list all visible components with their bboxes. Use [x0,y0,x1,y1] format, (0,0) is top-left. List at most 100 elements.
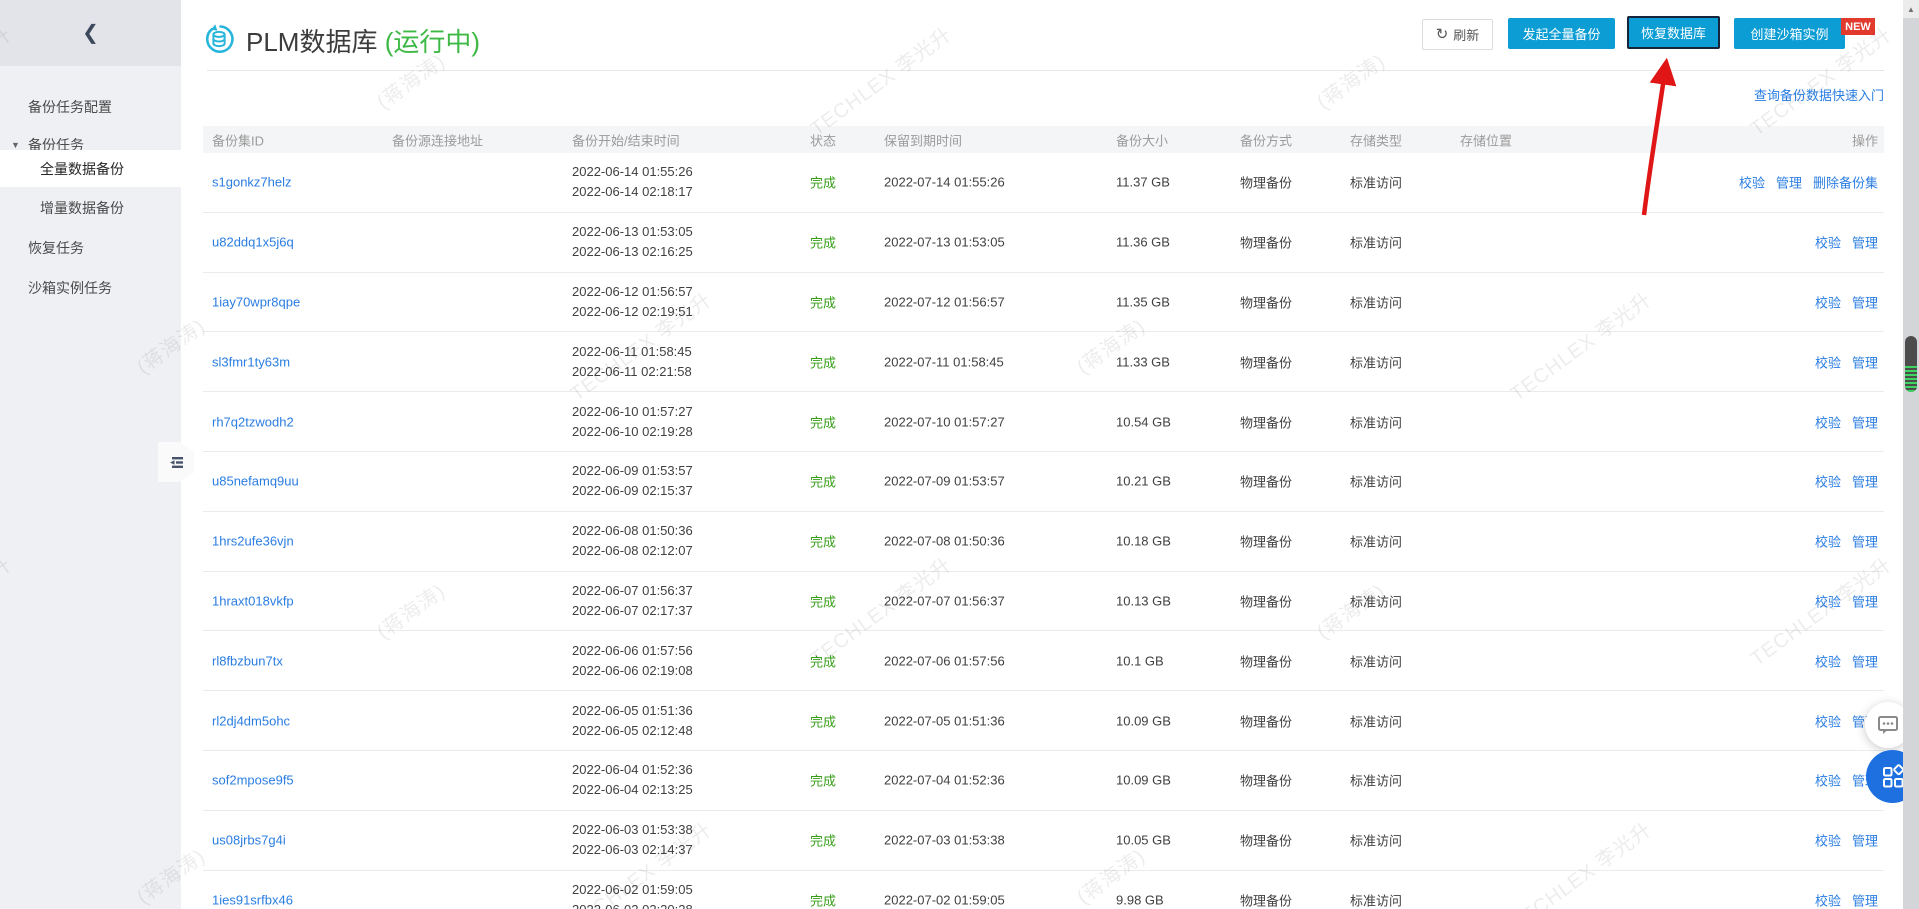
action-link-1[interactable]: 管理 [1852,292,1878,311]
sidebar-collapse-icon[interactable]: ❮ [82,23,99,43]
backup-time-range: 2022-06-04 01:52:36 2022-06-04 02:13:25 [572,760,693,800]
row-actions: 校验管理 [1815,831,1878,850]
backup-end-time: 2022-06-02 02:20:28 [572,900,693,909]
backup-set-id-link[interactable]: 1iay70wpr8qpe [212,294,300,309]
action-link-0[interactable]: 校验 [1815,532,1841,551]
backup-set-id-link[interactable]: s1gonkz7helz [212,175,292,190]
backup-start-time: 2022-06-13 01:53:05 [572,224,693,240]
backup-size: 9.98 GB [1116,892,1164,908]
table-row: 1iay70wpr8qpe 2022-06-12 01:56:57 2022-06-… [203,273,1884,333]
restore-database-button[interactable]: 恢复数据库 [1627,16,1720,49]
backup-set-id-link[interactable]: rl8fbzbun7tx [212,653,283,668]
backup-end-time: 2022-06-09 02:15:37 [572,483,693,499]
action-link-1[interactable]: 管理 [1852,532,1878,551]
backup-size: 11.35 GB [1116,294,1170,310]
sidebar-item-0[interactable]: 备份任务配置 [0,88,181,125]
row-actions: 校验管理 [1815,233,1878,252]
storage-type: 标准访问 [1350,773,1403,789]
sidebar-item-4[interactable]: 恢复任务 [0,230,181,267]
action-link-1[interactable]: 管理 [1852,651,1878,670]
chat-bubble-icon [1878,716,1898,734]
status-badge: 完成 [810,415,837,431]
action-link-1[interactable]: 管理 [1852,412,1878,431]
sidebar-item-5[interactable]: 沙箱实例任务 [0,270,181,307]
backup-end-time: 2022-06-04 02:13:25 [572,782,693,798]
backup-method: 物理备份 [1240,833,1293,849]
table-row: rl8fbzbun7tx 2022-06-06 01:57:56 2022-06-0… [203,631,1884,692]
table-row: us08jrbs7g4i 2022-06-03 01:53:38 2022-06-0… [203,811,1884,871]
backup-set-id-link[interactable]: 1hrs2ufe36vjn [212,534,294,549]
backup-size: 10.18 GB [1116,533,1171,549]
status-badge: 完成 [810,295,837,311]
scrollbar-up-arrow[interactable]: ▲ [1903,0,1919,18]
action-link-0[interactable]: 校验 [1815,472,1841,491]
database-refresh-icon [205,24,234,53]
status-badge: 完成 [810,893,837,909]
instance-status: (运行中) [384,27,481,57]
action-link-0[interactable]: 校验 [1739,173,1765,192]
backup-start-time: 2022-06-09 01:53:57 [572,463,693,479]
backup-set-id-link[interactable]: 1ies91srfbx46 [212,892,293,907]
action-link-0[interactable]: 校验 [1815,711,1841,730]
action-link-1[interactable]: 管理 [1852,233,1878,252]
action-link-0[interactable]: 校验 [1815,771,1841,790]
backup-set-id-link[interactable]: 1hraxt018vkfp [212,593,294,608]
action-link-1[interactable]: 管理 [1852,591,1878,610]
table-row: sl3fmr1ty63m 2022-06-11 01:58:45 2022-06-1… [203,332,1884,393]
sidebar: ❮ 备份任务配置 ▼ 备份任务 全量数据备份 增量数据备份 恢复任务 沙箱实例任务 [0,0,181,909]
action-link-0[interactable]: 校验 [1815,292,1841,311]
action-link-0[interactable]: 校验 [1815,890,1841,909]
start-full-backup-button[interactable]: 发起全量备份 [1508,18,1615,49]
action-link-1[interactable]: 管理 [1852,472,1878,491]
table-row: rl2dj4dm5ohc 2022-06-05 01:51:36 2022-06-0… [203,691,1884,751]
sidebar-menu: 备份任务配置 ▼ 备份任务 全量数据备份 增量数据备份 恢复任务 沙箱实例任务 [0,66,181,909]
retain-until-date: 2022-07-14 01:55:26 [884,174,1005,190]
refresh-button[interactable]: ↻ 刷新 [1422,19,1493,50]
storage-type: 标准访问 [1350,474,1403,490]
action-link-0[interactable]: 校验 [1815,831,1841,850]
row-actions: 校验管理 [1815,352,1878,371]
backup-time-range: 2022-06-02 01:59:05 2022-06-02 02:20:28 [572,880,693,909]
backup-end-time: 2022-06-11 02:21:58 [572,363,692,379]
sidebar-item-2[interactable]: 全量数据备份 [0,150,181,187]
storage-type: 标准访问 [1350,415,1403,431]
row-actions: 校验管理 [1815,292,1878,311]
backup-size: 11.37 GB [1116,174,1170,190]
backup-method: 物理备份 [1240,594,1293,610]
status-badge: 完成 [810,235,837,251]
backup-size: 10.13 GB [1116,593,1171,609]
action-link-1[interactable]: 管理 [1776,173,1802,192]
action-link-1[interactable]: 管理 [1852,352,1878,371]
backup-set-id-link[interactable]: sof2mpose9f5 [212,773,294,788]
sidebar-item-3[interactable]: 增量数据备份 [0,190,181,227]
backup-set-id-link[interactable]: rl2dj4dm5ohc [212,713,290,728]
action-link-1[interactable]: 管理 [1852,890,1878,909]
column-header-2: 备份开始/结束时间 [572,133,680,148]
backup-set-id-link[interactable]: us08jrbs7g4i [212,833,286,848]
action-link-0[interactable]: 校验 [1815,233,1841,252]
status-badge: 完成 [810,714,837,730]
storage-type: 标准访问 [1350,893,1403,909]
help-link[interactable]: 查询备份数据快速入门 [1754,85,1884,104]
action-link-1[interactable]: 管理 [1852,831,1878,850]
action-link-0[interactable]: 校验 [1815,352,1841,371]
backup-time-range: 2022-06-14 01:55:26 2022-06-14 02:18:17 [572,162,693,202]
backup-set-id-link[interactable]: sl3fmr1ty63m [212,354,290,369]
row-actions: 校验管理 [1815,651,1878,670]
backup-start-time: 2022-06-03 01:53:38 [572,822,693,838]
new-badge: NEW [1841,18,1875,35]
action-link-0[interactable]: 校验 [1815,651,1841,670]
scrollbar-thumb[interactable] [1905,336,1917,392]
column-header-0: 备份集ID [212,133,265,148]
column-header-5: 备份大小 [1116,133,1169,148]
backup-set-id-link[interactable]: rh7q2tzwodh2 [212,414,294,429]
row-actions: 校验管理 [1815,472,1878,491]
backup-method: 物理备份 [1240,295,1293,311]
backup-set-id-link[interactable]: u85nefamq9uu [212,474,299,489]
backup-set-id-link[interactable]: u82ddq1x5j6q [212,235,294,250]
action-link-0[interactable]: 校验 [1815,412,1841,431]
create-sandbox-button[interactable]: 创建沙箱实例 [1734,18,1845,49]
action-link-0[interactable]: 校验 [1815,591,1841,610]
sidebar-item-label: 备份任务配置 [28,98,112,115]
action-link-2[interactable]: 删除备份集 [1813,173,1878,192]
